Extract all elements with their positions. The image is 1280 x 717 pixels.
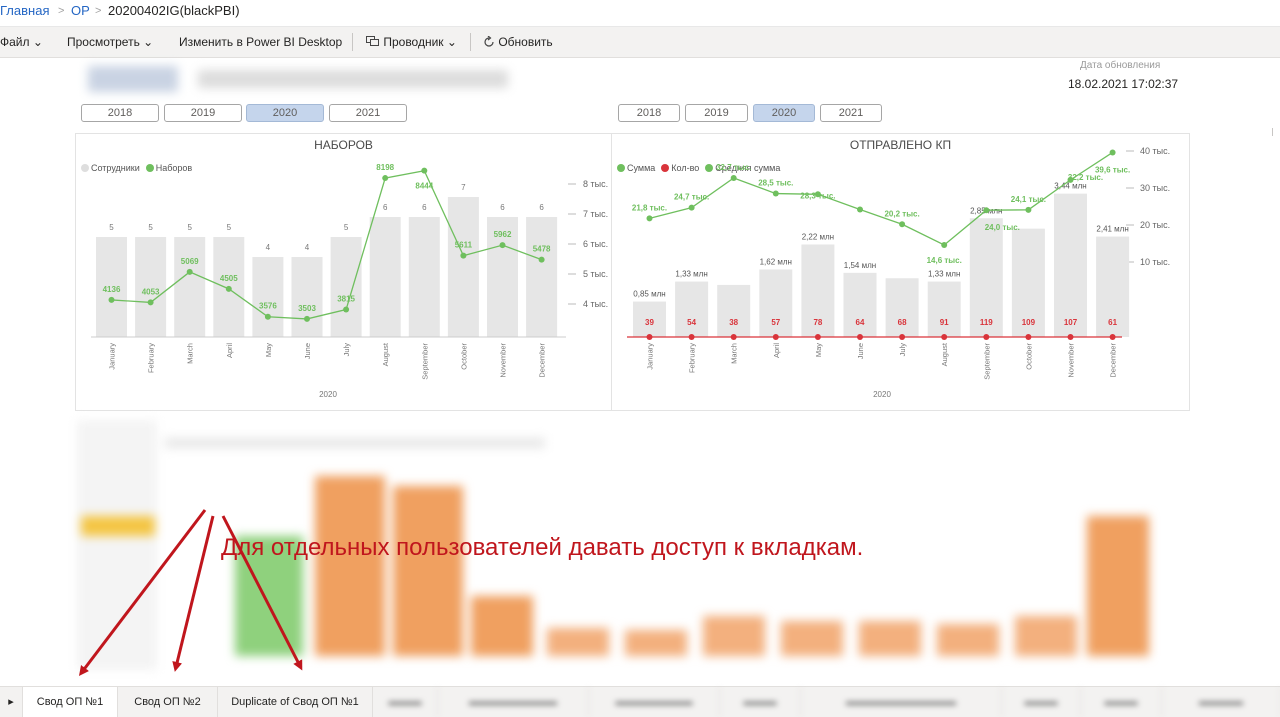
refresh-button[interactable]: Обновить <box>483 35 553 49</box>
chevron-down-icon: ⌄ <box>32 35 43 49</box>
breadcrumb-home-link[interactable]: Главная <box>0 3 49 18</box>
tab-hidden[interactable]: ▬▬▬ <box>720 687 801 717</box>
tab-hidden[interactable]: ▬▬▬▬▬▬▬▬ <box>438 687 589 717</box>
tab-hidden[interactable]: ▬▬▬▬ <box>1162 687 1280 717</box>
toolbar-divider <box>352 33 353 51</box>
tab-scroll-left-button[interactable]: ▸ <box>0 687 23 717</box>
edit-in-desktop-button[interactable]: Изменить в Power BI Desktop <box>179 35 342 49</box>
breadcrumb-separator-icon: > <box>58 5 65 17</box>
refresh-icon <box>484 35 494 47</box>
explorer-icon <box>366 36 379 46</box>
annotation-arrows <box>78 509 303 676</box>
view-menu[interactable]: Просмотреть ⌄ <box>67 35 153 49</box>
tab-svod-op-2[interactable]: Свод ОП №2 <box>118 687 218 717</box>
file-menu[interactable]: Файл ⌄ <box>0 35 43 49</box>
chevron-down-icon: ⌄ <box>446 35 457 49</box>
tab-hidden[interactable]: ▬▬▬ <box>1081 687 1162 717</box>
breadcrumb-section-link[interactable]: OP <box>71 3 90 18</box>
explorer-menu[interactable]: Проводник ⌄ <box>366 35 457 49</box>
tab-duplicate-svod-op-1[interactable]: Duplicate of Свод ОП №1 <box>218 687 373 717</box>
report-canvas: Дата обновления 18.02.2021 17:02:37 2018… <box>0 58 1280 686</box>
tab-svod-op-1[interactable]: Свод ОП №1 <box>23 687 118 717</box>
tab-hidden[interactable]: ▬▬▬▬▬▬▬ <box>589 687 720 717</box>
toolbar: Файл ⌄ Просмотреть ⌄ Изменить в Power BI… <box>0 27 1280 58</box>
tab-hidden[interactable]: ▬▬▬ <box>373 687 438 717</box>
toolbar-divider <box>470 33 471 51</box>
arrow-to-tab-3 <box>221 515 303 671</box>
page-tabbar: ▸ Свод ОП №1 Свод ОП №2 Duplicate of Сво… <box>0 686 1280 717</box>
chevron-down-icon: ⌄ <box>143 35 154 49</box>
tab-hidden[interactable]: ▬▬▬▬▬▬▬▬▬▬ <box>801 687 1002 717</box>
arrow-to-tab-1 <box>78 509 207 676</box>
breadcrumb: Главная > OP > 20200402IG(blackPBI) <box>0 0 1280 27</box>
breadcrumb-current: 20200402IG(blackPBI) <box>108 3 240 18</box>
tab-hidden[interactable]: ▬▬▬ <box>1002 687 1081 717</box>
breadcrumb-separator-icon: > <box>95 5 102 17</box>
